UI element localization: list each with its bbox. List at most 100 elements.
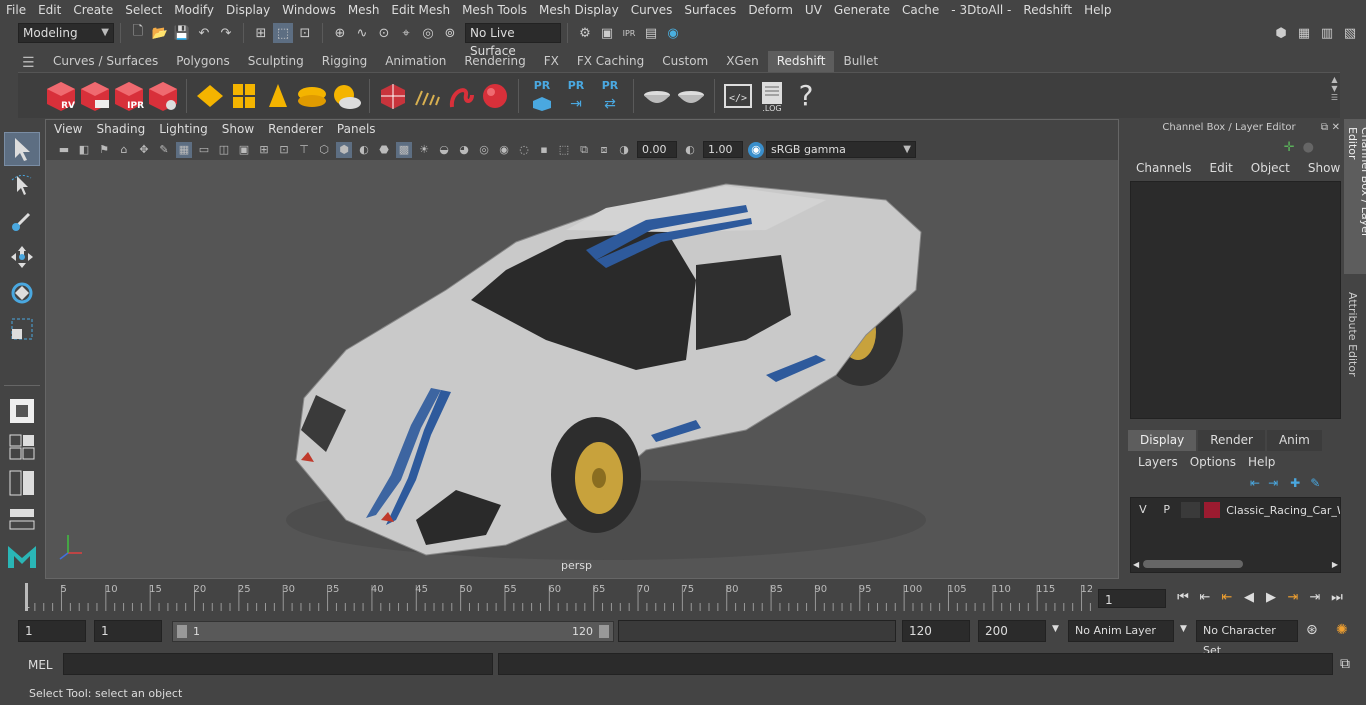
manipulator-icon[interactable]: ✛ [1284, 140, 1295, 155]
chevron-down-icon[interactable]: ▼ [1180, 624, 1187, 634]
scrollbar-thumb[interactable] [1143, 560, 1244, 568]
menu-modify[interactable]: Modify [168, 0, 220, 20]
layer-menu-layers[interactable]: Layers [1138, 455, 1178, 469]
move-layer-up-icon[interactable]: ⇤ [1250, 476, 1260, 490]
snap-view-icon[interactable]: ⌖ [396, 23, 416, 43]
tab-curves-surfaces[interactable]: Curves / Surfaces [44, 51, 167, 72]
current-frame-field[interactable]: 1 [1098, 589, 1166, 608]
snap-surface-icon[interactable]: ◎ [418, 23, 438, 43]
chevron-down-icon[interactable]: ▼ [1052, 624, 1059, 634]
rs-light-spot-button[interactable] [262, 79, 294, 113]
use-all-lights-icon[interactable]: ☀ [416, 142, 432, 158]
log-button[interactable]: .LOG [756, 79, 788, 113]
layer-display-type[interactable] [1180, 502, 1201, 518]
screen-space-ao-icon[interactable]: ◕ [456, 142, 472, 158]
layout-single-button[interactable] [4, 394, 40, 428]
depth-of-field-icon[interactable]: ◌ [516, 142, 532, 158]
close-icon[interactable]: ✕ [1332, 119, 1340, 137]
open-scene-icon[interactable]: 📂 [150, 23, 170, 43]
wireframe-on-shaded-icon[interactable]: ⬣ [376, 142, 392, 158]
xray-components-icon[interactable]: ⧈ [596, 142, 612, 158]
animation-start-field[interactable]: 1 [18, 620, 86, 642]
menu-mesh[interactable]: Mesh [342, 0, 386, 20]
workspace-icon[interactable]: ⬢ [1271, 23, 1291, 43]
select-hierarchy-icon[interactable]: ⊞ [251, 23, 271, 43]
live-surface-field[interactable]: No Live Surface [465, 23, 561, 58]
layer-row[interactable]: V P Classic_Racing_Car_Wh [1131, 500, 1340, 520]
menu-mesh-tools[interactable]: Mesh Tools [456, 0, 533, 20]
channel-list[interactable] [1130, 181, 1341, 419]
rs-shader-button[interactable] [675, 79, 707, 113]
layout-outliner-button[interactable] [4, 502, 40, 536]
snap-point-icon[interactable]: ⊙ [374, 23, 394, 43]
grid-icon[interactable]: ▦ [176, 141, 192, 158]
viewport-menu-shading[interactable]: Shading [96, 120, 145, 139]
tab-redshift[interactable]: Redshift [767, 51, 835, 72]
tab-rigging[interactable]: Rigging [313, 51, 376, 72]
gamma-icon[interactable]: ◐ [682, 142, 698, 158]
attribute-toggle-icon[interactable]: ● [1303, 140, 1314, 155]
menu-display[interactable]: Display [220, 0, 276, 20]
tab-sculpting[interactable]: Sculpting [239, 51, 313, 72]
help-button[interactable]: ? [790, 79, 822, 113]
render-frame-icon[interactable]: ▣ [597, 23, 617, 43]
pr-export-button[interactable]: PR ⇥ [560, 79, 592, 113]
layout-two-button[interactable] [4, 466, 40, 500]
redshift-ipr-button[interactable]: IPR [113, 79, 145, 113]
menu-surfaces[interactable]: Surfaces [678, 0, 742, 20]
anti-aliasing-icon[interactable]: ◉ [496, 142, 512, 158]
menu-mesh-display[interactable]: Mesh Display [533, 0, 625, 20]
tab-animation[interactable]: Animation [376, 51, 455, 72]
snap-grid-icon[interactable]: ⊕ [330, 23, 350, 43]
grease-pencil-icon[interactable]: ✎ [156, 142, 172, 158]
toggle-panels-icon[interactable]: ▦ [1294, 23, 1314, 43]
color-management-icon[interactable]: ◉ [748, 141, 764, 158]
camera-attributes-icon[interactable]: ◧ [76, 142, 92, 158]
shadows-icon[interactable]: ◒ [436, 142, 452, 158]
select-tool[interactable] [4, 132, 40, 166]
range-slider[interactable]: 1 120 [172, 621, 614, 642]
wireframe-icon[interactable]: ⬡ [316, 142, 332, 158]
rs-light-area-button[interactable] [194, 79, 226, 113]
ipr-render-icon[interactable]: IPR [619, 23, 639, 43]
smooth-shade-icon[interactable]: ⬢ [336, 141, 352, 158]
viewport-menu-lighting[interactable]: Lighting [159, 120, 208, 139]
use-default-material-icon[interactable]: ◐ [356, 142, 372, 158]
auto-key-icon[interactable]: ⊛ [1306, 622, 1318, 638]
xray-icon[interactable]: ⬚ [556, 142, 572, 158]
tab-xgen[interactable]: XGen [717, 51, 768, 72]
safe-action-icon[interactable]: ⊡ [276, 142, 292, 158]
rs-material-button[interactable] [641, 79, 673, 113]
rs-light-dome-button[interactable] [296, 79, 328, 113]
tab-custom[interactable]: Custom [653, 51, 717, 72]
scroll-left-icon[interactable]: ◀ [1133, 560, 1139, 569]
exposure-icon[interactable]: ◑ [616, 142, 632, 158]
xray-joints-icon[interactable]: ⧉ [576, 142, 592, 158]
play-forwards-icon[interactable]: ▶ [1260, 586, 1282, 608]
viewport-menu-panels[interactable]: Panels [337, 120, 376, 139]
menu-windows[interactable]: Windows [276, 0, 342, 20]
rs-volume-button[interactable] [411, 79, 443, 113]
gate-mask-icon[interactable]: ▣ [236, 142, 252, 158]
exposure-field[interactable]: 0.00 [637, 141, 677, 158]
viewport-menu-renderer[interactable]: Renderer [268, 120, 323, 139]
menu-edit[interactable]: Edit [32, 0, 67, 20]
toggle-channel-box-icon[interactable]: ▧ [1340, 23, 1360, 43]
range-handle-right[interactable] [599, 625, 609, 638]
color-space-dropdown[interactable]: sRGB gamma ▼ [766, 141, 916, 158]
move-tool[interactable] [4, 240, 40, 274]
scale-tool[interactable] [4, 312, 40, 346]
shelf-menu-icon[interactable]: ☰ [22, 55, 35, 71]
select-component-icon[interactable]: ⊡ [295, 23, 315, 43]
tab-channel-box[interactable]: Channel Box / Layer Editor [1344, 119, 1366, 274]
tab-fx-caching[interactable]: FX Caching [568, 51, 653, 72]
animation-preferences-icon[interactable]: ✺ [1336, 622, 1348, 638]
toggle-tool-settings-icon[interactable]: ▥ [1317, 23, 1337, 43]
film-gate-icon[interactable]: ▭ [196, 142, 212, 158]
redo-icon[interactable]: ↷ [216, 23, 236, 43]
go-to-end-icon[interactable]: ⏭ [1326, 586, 1348, 608]
layer-name[interactable]: Classic_Racing_Car_Wh [1226, 504, 1340, 517]
rs-light-grid-button[interactable] [228, 79, 260, 113]
render-view-icon[interactable]: ▤ [641, 23, 661, 43]
command-input[interactable] [63, 653, 493, 675]
